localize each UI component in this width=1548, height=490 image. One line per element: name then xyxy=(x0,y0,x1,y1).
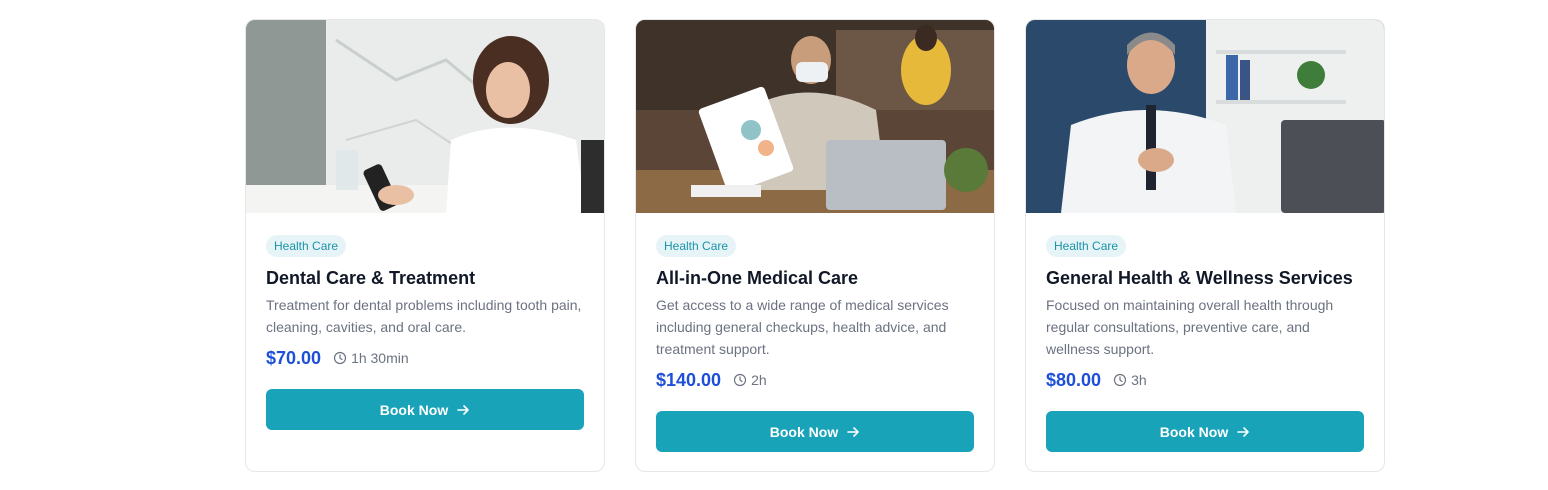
service-description: Get access to a wide range of medical se… xyxy=(656,297,949,357)
book-now-button[interactable]: Book Now xyxy=(266,389,584,430)
service-image-dental xyxy=(246,20,604,213)
service-title: Dental Care & Treatment xyxy=(266,268,476,288)
service-title: General Health & Wellness Services xyxy=(1046,268,1353,288)
arrow-right-icon xyxy=(847,426,860,437)
book-now-label: Book Now xyxy=(769,423,839,440)
book-now-button[interactable]: Book Now xyxy=(656,411,974,452)
service-duration: 1h 30min xyxy=(333,350,409,366)
service-description: Focused on maintaining overall health th… xyxy=(1046,297,1334,357)
service-meta: $70.00 1h 30min xyxy=(266,346,584,370)
service-price: $140.00 xyxy=(656,369,722,390)
service-image-wellness xyxy=(1026,20,1384,213)
service-image-medical xyxy=(636,20,994,213)
book-now-button[interactable]: Book Now xyxy=(1046,411,1364,452)
clock-icon xyxy=(333,351,347,365)
category-tag: Health Care xyxy=(656,235,737,257)
service-price: $80.00 xyxy=(1046,369,1102,390)
service-meta: $80.00 3h xyxy=(1046,368,1364,392)
service-meta: $140.00 2h xyxy=(656,368,974,392)
category-tag: Health Care xyxy=(1046,235,1127,257)
duration-text: 3h xyxy=(1131,372,1147,388)
service-card-wellness[interactable]: Health Care General Health & Wellness Se… xyxy=(1025,19,1385,472)
service-title: All-in-One Medical Care xyxy=(656,268,859,288)
service-card-medical[interactable]: Health Care All-in-One Medical Care Get … xyxy=(635,19,995,472)
book-now-label: Book Now xyxy=(1159,423,1229,440)
service-card-dental[interactable]: Health Care Dental Care & Treatment Trea… xyxy=(245,19,605,472)
service-duration: 3h xyxy=(1113,372,1147,388)
duration-text: 2h xyxy=(751,372,767,388)
service-description: Treatment for dental problems including … xyxy=(266,297,582,335)
clock-icon xyxy=(733,373,747,387)
service-duration: 2h xyxy=(733,372,767,388)
service-price: $70.00 xyxy=(266,347,322,368)
arrow-right-icon xyxy=(457,404,470,415)
book-now-label: Book Now xyxy=(379,401,449,418)
category-tag: Health Care xyxy=(266,235,347,257)
clock-icon xyxy=(1113,373,1127,387)
duration-text: 1h 30min xyxy=(351,350,409,366)
arrow-right-icon xyxy=(1237,426,1250,437)
